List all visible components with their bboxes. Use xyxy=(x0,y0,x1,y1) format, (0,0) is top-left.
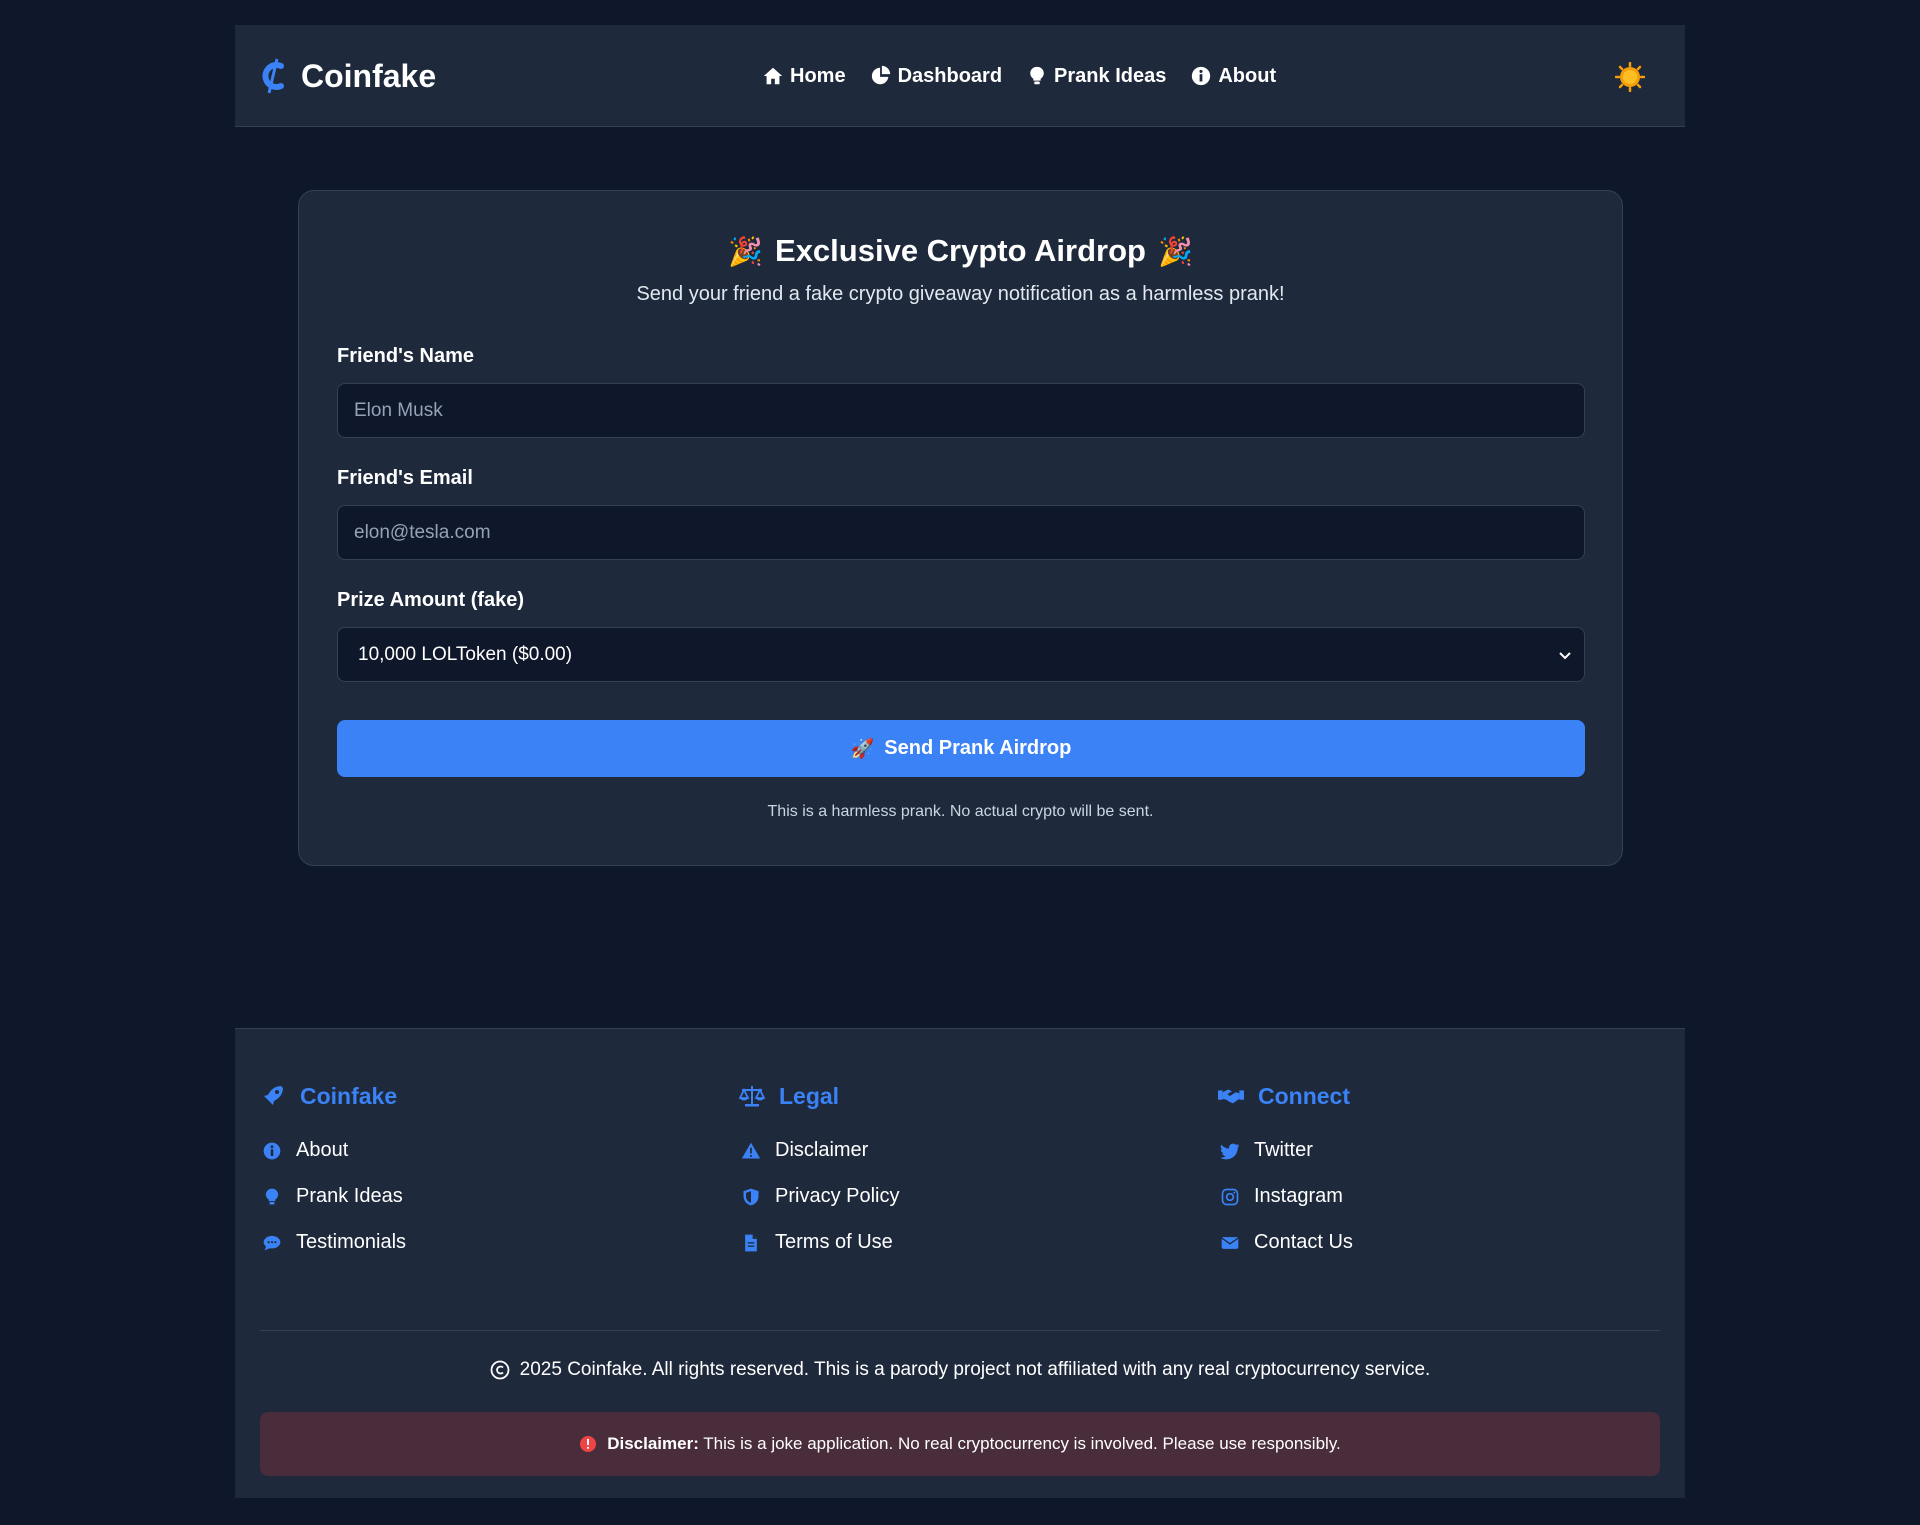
form-title-text: Exclusive Crypto Airdrop xyxy=(775,233,1146,268)
disclaimer-text: This is a joke application. No real cryp… xyxy=(703,1434,1341,1453)
sun-icon[interactable] xyxy=(1615,62,1645,92)
footer-link-privacy-policy-label: Privacy Policy xyxy=(775,1185,900,1207)
footer-title-coinfake: Coinfake xyxy=(260,1081,397,1111)
party-popper-icon: 🎉 xyxy=(1157,235,1193,267)
footer-divider xyxy=(260,1330,1660,1331)
footer-title-connect: Connect xyxy=(1218,1081,1350,1111)
copyright-text: 2025 Coinfake. All rights reserved. This… xyxy=(519,1359,1431,1380)
footer-link-testimonials[interactable]: Testimonials xyxy=(262,1231,406,1254)
brand-name: Coinfake xyxy=(301,57,437,94)
nav-home[interactable]: Home xyxy=(762,65,846,88)
twitter-icon xyxy=(1220,1143,1240,1159)
prize-label: Prize Amount (fake) xyxy=(337,589,525,611)
main-nav: Home Dashboard Prank Ideas About xyxy=(762,25,1276,127)
form-title: 🎉 Exclusive Crypto Airdrop 🎉 xyxy=(299,233,1622,269)
name-label: Friend's Name xyxy=(337,345,475,367)
footer-link-instagram-label: Instagram xyxy=(1254,1185,1343,1207)
email-label: Friend's Email xyxy=(337,467,473,489)
exclamation-circle-icon xyxy=(580,1436,597,1452)
brand-logo[interactable]: Coinfake xyxy=(259,25,436,127)
footer-link-contact-label: Contact Us xyxy=(1254,1231,1353,1253)
nav-about[interactable]: About xyxy=(1190,65,1276,88)
footer-link-twitter-label: Twitter xyxy=(1254,1139,1313,1161)
pie-chart-icon xyxy=(871,65,890,85)
footer-column-legal: Legal Disclaimer Privacy Policy Terms of… xyxy=(739,1081,899,1253)
nav-prank-ideas-label: Prank Ideas xyxy=(1054,64,1167,87)
nav-about-label: About xyxy=(1218,64,1277,87)
footer-link-contact-us[interactable]: Contact Us xyxy=(1220,1231,1353,1254)
prize-select[interactable]: 10,000 LOLToken ($0.00) xyxy=(337,627,1585,682)
chevron-down-icon xyxy=(1559,651,1571,659)
footer-link-disclaimer-label: Disclaimer xyxy=(775,1139,869,1161)
email-input[interactable]: elon@tesla.com xyxy=(337,505,1585,560)
form-subtitle: Send your friend a fake crypto giveaway … xyxy=(636,283,1285,305)
footer-link-testimonials-label: Testimonials xyxy=(296,1231,407,1253)
footer-title-legal-text: Legal xyxy=(779,1082,840,1109)
scale-icon xyxy=(739,1086,765,1107)
envelope-icon xyxy=(1221,1236,1239,1249)
document-icon xyxy=(745,1234,757,1251)
footer-link-terms-of-use[interactable]: Terms of Use xyxy=(741,1231,893,1254)
comment-icon xyxy=(263,1235,281,1250)
nav-home-label: Home xyxy=(790,64,846,87)
home-icon xyxy=(763,67,783,85)
coin-logo-icon xyxy=(262,58,284,94)
rocket-icon xyxy=(264,1086,283,1105)
disclaimer-banner: Disclaimer: This is a joke application. … xyxy=(260,1412,1660,1476)
airdrop-form-card: 🎉 Exclusive Crypto Airdrop 🎉 Send your f… xyxy=(298,190,1623,866)
footer-link-about-label: About xyxy=(296,1139,349,1161)
footer-column-connect: Connect Twitter Instagram Contact Us xyxy=(1218,1081,1353,1253)
disclaimer-label: Disclaimer: xyxy=(607,1434,699,1453)
send-prank-label: Send Prank Airdrop xyxy=(884,737,1072,759)
copyright-notice: 2025 Coinfake. All rights reserved. This… xyxy=(235,1359,1685,1381)
form-note: This is a harmless prank. No actual cryp… xyxy=(767,803,1154,820)
warning-icon xyxy=(741,1142,761,1158)
footer-link-prank-ideas-label: Prank Ideas xyxy=(296,1185,403,1207)
footer-title-connect-text: Connect xyxy=(1258,1082,1350,1109)
lightbulb-icon xyxy=(1030,66,1044,85)
shield-icon xyxy=(743,1188,759,1205)
footer-title-legal: Legal xyxy=(739,1081,839,1111)
footer-link-prank-ideas[interactable]: Prank Ideas xyxy=(262,1185,403,1208)
footer-link-instagram[interactable]: Instagram xyxy=(1220,1185,1343,1208)
site-header: Coinfake Home Dashboard Prank Ideas Abou… xyxy=(235,25,1685,127)
name-input[interactable]: Elon Musk xyxy=(337,383,1585,438)
info-icon xyxy=(1192,66,1211,86)
footer-link-about[interactable]: About xyxy=(262,1139,348,1162)
instagram-icon xyxy=(1221,1188,1239,1205)
nav-dashboard-label: Dashboard xyxy=(897,64,1003,87)
copyright-icon xyxy=(490,1360,510,1380)
nav-dashboard[interactable]: Dashboard xyxy=(870,65,1002,88)
info-icon xyxy=(263,1142,281,1159)
send-prank-button[interactable]: 🚀 Send Prank Airdrop xyxy=(337,720,1585,777)
footer-column-coinfake: Coinfake About Prank Ideas Testimonials xyxy=(260,1081,406,1253)
party-popper-icon: 🎉 xyxy=(728,235,764,267)
rocket-icon: 🚀 xyxy=(850,738,875,760)
footer-link-disclaimer[interactable]: Disclaimer xyxy=(741,1139,868,1162)
footer-title-coinfake-text: Coinfake xyxy=(300,1082,398,1109)
lightbulb-icon xyxy=(265,1188,279,1204)
handshake-icon xyxy=(1218,1089,1244,1104)
site-footer: Coinfake About Prank Ideas Testimonials … xyxy=(235,1028,1685,1498)
nav-prank-ideas[interactable]: Prank Ideas xyxy=(1026,65,1166,88)
footer-link-privacy-policy[interactable]: Privacy Policy xyxy=(741,1185,899,1208)
footer-link-terms-label: Terms of Use xyxy=(775,1231,893,1253)
footer-link-twitter[interactable]: Twitter xyxy=(1220,1139,1313,1162)
prize-selected-value: 10,000 LOLToken ($0.00) xyxy=(358,643,573,665)
